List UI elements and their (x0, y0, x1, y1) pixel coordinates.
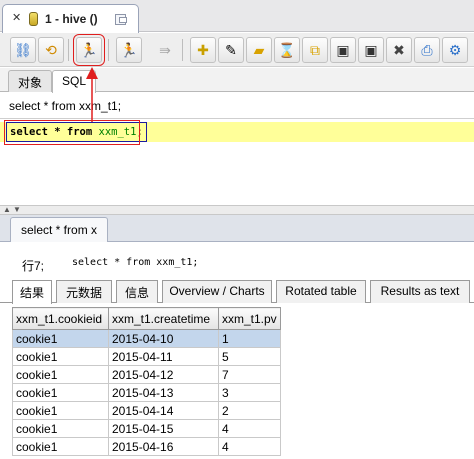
result-view-tabs: 结果 元数据 信息 Overview / Charts Rotated tabl… (0, 279, 474, 304)
column-header[interactable]: xxm_t1.pv (218, 307, 281, 330)
stop-button[interactable]: 🏃 (116, 37, 142, 63)
connect-button[interactable]: ⛓ (10, 37, 36, 63)
table-cell[interactable]: 2015-04-11 (108, 347, 219, 366)
copy-button[interactable]: ⧉ (302, 37, 328, 63)
document-tab[interactable]: ✕ 1 - hive () (2, 4, 139, 33)
result-tab-bar: select * from x (0, 215, 474, 242)
table-cell[interactable]: 7 (218, 365, 281, 384)
open-button[interactable]: ▰ (246, 37, 272, 63)
table-row[interactable]: cookie1 2015-04-16 4 (12, 437, 281, 456)
tab-objects[interactable]: 对象 (8, 70, 53, 92)
table-cell[interactable]: cookie1 (12, 401, 109, 420)
table-cell[interactable]: cookie1 (12, 437, 109, 456)
collapse-down-icon[interactable]: ▼ (13, 205, 21, 214)
toolbar-separator (108, 39, 109, 61)
result-info: 行7; select * from xxm_t1; (0, 243, 474, 279)
table-row[interactable]: cookie1 2015-04-15 4 (12, 419, 281, 438)
row-count-label: 行7; (22, 259, 45, 273)
table-row[interactable]: cookie1 2015-04-11 5 (12, 347, 281, 366)
export-icon: ⎙ (421, 42, 433, 58)
close-icon[interactable]: ✕ (12, 11, 21, 24)
collapse-up-icon[interactable]: ▲ (3, 205, 11, 214)
tab-sql[interactable]: SQL (52, 70, 97, 93)
detach-window-icon[interactable] (115, 14, 127, 25)
table-cell[interactable]: cookie1 (12, 347, 109, 366)
save-button[interactable]: ▣ (330, 37, 356, 63)
table-cell[interactable]: 2015-04-12 (108, 365, 219, 384)
save-icon: ▣ (336, 42, 350, 58)
save-as-icon: ▣ (364, 42, 378, 58)
new-file-icon: ✚ (197, 42, 209, 58)
more-button[interactable]: ⚙ (442, 37, 468, 63)
column-header[interactable]: xxm_t1.createtime (108, 307, 219, 330)
table-cell[interactable]: cookie1 (12, 329, 109, 348)
toolbar-separator (182, 39, 183, 61)
run-icon: 🏃 (80, 42, 98, 58)
wand-icon: ✎ (225, 42, 237, 58)
table-row[interactable]: cookie1 2015-04-10 1 (12, 329, 281, 348)
table-cell[interactable]: 5 (218, 347, 281, 366)
annotation-box (4, 120, 140, 145)
tab-results-as-text[interactable]: Results as text (370, 280, 470, 303)
table-cell[interactable]: cookie1 (12, 383, 109, 402)
export-button[interactable]: ⎙ (414, 37, 440, 63)
toolbar-separator (68, 39, 69, 61)
table-cell[interactable]: 2015-04-10 (108, 329, 219, 348)
executed-query: select * from xxm_t1; (72, 257, 199, 268)
table-cell[interactable]: 2015-04-16 (108, 437, 219, 456)
stop-icon: 🏃 (120, 42, 138, 58)
step-icon: ⇛ (159, 42, 171, 58)
pane-splitter[interactable]: ▲ ▼ (0, 205, 474, 215)
table-cell[interactable]: cookie1 (12, 419, 109, 438)
history-button[interactable]: ⌛ (274, 37, 300, 63)
database-icon (29, 12, 38, 26)
table-cell[interactable]: 1 (218, 329, 281, 348)
tab-metadata[interactable]: 元数据 (56, 280, 112, 303)
delete-button[interactable]: ✖ (386, 37, 412, 63)
table-cell[interactable]: 2 (218, 401, 281, 420)
column-header[interactable]: xxm_t1.cookieid (12, 307, 109, 330)
table-cell[interactable]: 2015-04-13 (108, 383, 219, 402)
toolbar: ⛓ ⟲ 🏃 🏃 ⇛ ✚ ✎ ▰ ⌛ ⧉ ▣ ▣ ✖ ⎙ ⚙ (0, 33, 474, 67)
table-row[interactable]: cookie1 2015-04-14 2 (12, 401, 281, 420)
tool-icon: ⚙ (448, 42, 462, 58)
table-cell[interactable]: 2015-04-15 (108, 419, 219, 438)
table-cell[interactable]: 3 (218, 383, 281, 402)
tab-results[interactable]: 结果 (12, 280, 52, 304)
results-table: xxm_t1.cookieid xxm_t1.createtime xxm_t1… (12, 307, 281, 456)
save-as-button[interactable]: ▣ (358, 37, 384, 63)
table-cell[interactable]: cookie1 (12, 365, 109, 384)
history-icon: ⌛ (278, 42, 296, 58)
wizard-button[interactable]: ✎ (218, 37, 244, 63)
result-tab[interactable]: select * from x (10, 217, 109, 242)
table-header-row: xxm_t1.cookieid xxm_t1.createtime xxm_t1… (12, 307, 281, 330)
table-row[interactable]: cookie1 2015-04-13 3 (12, 383, 281, 402)
table-cell[interactable]: 2015-04-14 (108, 401, 219, 420)
run-button[interactable]: 🏃 (73, 34, 105, 66)
editor-mode-tabs: 对象 SQL (0, 68, 474, 93)
tab-info[interactable]: 信息 (116, 280, 158, 303)
new-button[interactable]: ✚ (190, 37, 216, 63)
tab-rotated-table[interactable]: Rotated table (276, 280, 366, 303)
tab-overview-charts[interactable]: Overview / Charts (162, 280, 272, 303)
document-tab-title: 1 - hive () (45, 12, 98, 26)
connect-icon: ⛓ (14, 42, 32, 58)
table-cell[interactable]: 4 (218, 419, 281, 438)
delete-icon: ✖ (393, 42, 405, 58)
copy-icon: ⧉ (310, 42, 320, 58)
results-grid: xxm_t1.cookieid xxm_t1.createtime xxm_t1… (0, 304, 474, 459)
refresh-button[interactable]: ⟲ (38, 37, 64, 63)
sql-editor[interactable]: select * from xxm_t1; (0, 120, 474, 206)
document-tab-bar: ✕ 1 - hive () (0, 0, 474, 33)
query-title: select * from xxm_t1; (0, 93, 474, 119)
refresh-icon: ⟲ (45, 42, 57, 58)
table-cell[interactable]: 4 (218, 437, 281, 456)
step-button[interactable]: ⇛ (152, 37, 178, 63)
table-row[interactable]: cookie1 2015-04-12 7 (12, 365, 281, 384)
folder-icon: ▰ (253, 42, 265, 58)
